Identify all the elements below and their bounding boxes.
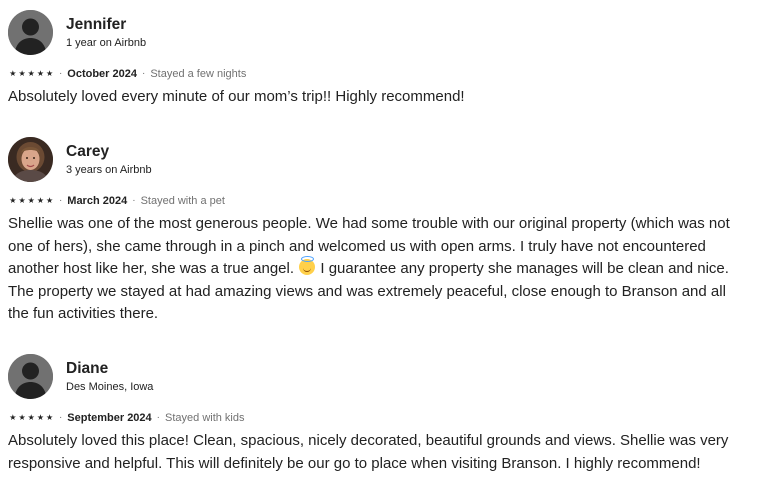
separator-dot: · <box>58 68 63 79</box>
rating-stars: ★ ★ ★ ★ ★ <box>8 194 54 208</box>
separator-dot: · <box>156 412 161 423</box>
reviewer-avatar[interactable] <box>8 10 53 55</box>
review-meta: ★ ★ ★ ★ ★ · March 2024 · Stayed with a pet <box>8 194 749 208</box>
separator-dot: · <box>141 68 146 79</box>
star-icon: ★ <box>36 413 44 422</box>
review-item: Jennifer 1 year on Airbnb ★ ★ ★ ★ ★ · Octobe… <box>8 10 749 109</box>
review-item: Carey 3 years on Airbnb ★ ★ ★ ★ ★ · March 20… <box>8 137 749 326</box>
separator-dot: · <box>58 195 63 206</box>
star-icon: ★ <box>18 69 26 78</box>
star-icon: ★ <box>9 413 16 422</box>
reviewer-header: Jennifer 1 year on Airbnb <box>8 10 749 55</box>
review-date: October 2024 <box>67 68 137 80</box>
reviewer-info: Jennifer 1 year on Airbnb <box>66 15 146 50</box>
reviewer-info: Diane Des Moines, Iowa <box>66 359 153 394</box>
reviewer-info: Carey 3 years on Airbnb <box>66 142 152 177</box>
reviewer-tenure: 1 year on Airbnb <box>66 37 147 49</box>
review-text: Shellie was one of the most generous peo… <box>8 213 749 326</box>
star-icon: ★ <box>46 69 53 78</box>
star-icon: ★ <box>18 196 26 205</box>
review-date: March 2024 <box>67 195 128 207</box>
separator-dot: · <box>58 412 63 423</box>
review-text: Absolutely loved this place! Clean, spac… <box>8 432 729 472</box>
reviewer-header: Diane Des Moines, Iowa <box>8 354 749 399</box>
star-icon: ★ <box>18 413 26 422</box>
reviewer-avatar[interactable] <box>8 354 53 399</box>
review-item: Diane Des Moines, Iowa ★ ★ ★ ★ ★ · September… <box>8 354 749 475</box>
photo-avatar-icon <box>8 137 53 182</box>
default-avatar-icon <box>8 10 53 55</box>
review-date: September 2024 <box>67 412 152 424</box>
separator-dot: · <box>132 195 136 206</box>
star-icon: ★ <box>27 413 35 422</box>
reviewer-name[interactable]: Diane <box>66 359 153 378</box>
stay-type: Stayed a few nights <box>150 68 247 80</box>
rating-stars: ★ ★ ★ ★ ★ <box>8 411 54 425</box>
star-icon: ★ <box>27 196 35 205</box>
stay-type: Stayed with a pet <box>140 195 225 207</box>
review-meta: ★ ★ ★ ★ ★ · October 2024 · Stayed a few nigh… <box>8 67 749 81</box>
reviewer-avatar[interactable] <box>8 137 53 182</box>
star-icon: ★ <box>36 196 44 205</box>
reviewer-header: Carey 3 years on Airbnb <box>8 137 749 182</box>
star-icon: ★ <box>27 69 35 78</box>
reviewer-name[interactable]: Jennifer <box>66 15 146 34</box>
reviewer-tenure: 3 years on Airbnb <box>66 164 152 176</box>
review-text: Absolutely loved every minute of our mom… <box>8 88 465 105</box>
reviewer-name[interactable]: Carey <box>66 142 152 161</box>
stay-type: Stayed with kids <box>165 412 245 424</box>
star-icon: ★ <box>9 69 16 78</box>
reviewer-location: Des Moines, Iowa <box>66 381 154 393</box>
star-icon: ★ <box>9 196 16 205</box>
smiling-face-with-halo-icon <box>299 256 316 276</box>
star-icon: ★ <box>46 413 53 422</box>
default-avatar-icon <box>8 354 53 399</box>
star-icon: ★ <box>36 69 44 78</box>
review-meta: ★ ★ ★ ★ ★ · September 2024 · Stayed with kid… <box>8 411 749 425</box>
star-icon: ★ <box>46 196 53 205</box>
rating-stars: ★ ★ ★ ★ ★ <box>8 67 54 81</box>
